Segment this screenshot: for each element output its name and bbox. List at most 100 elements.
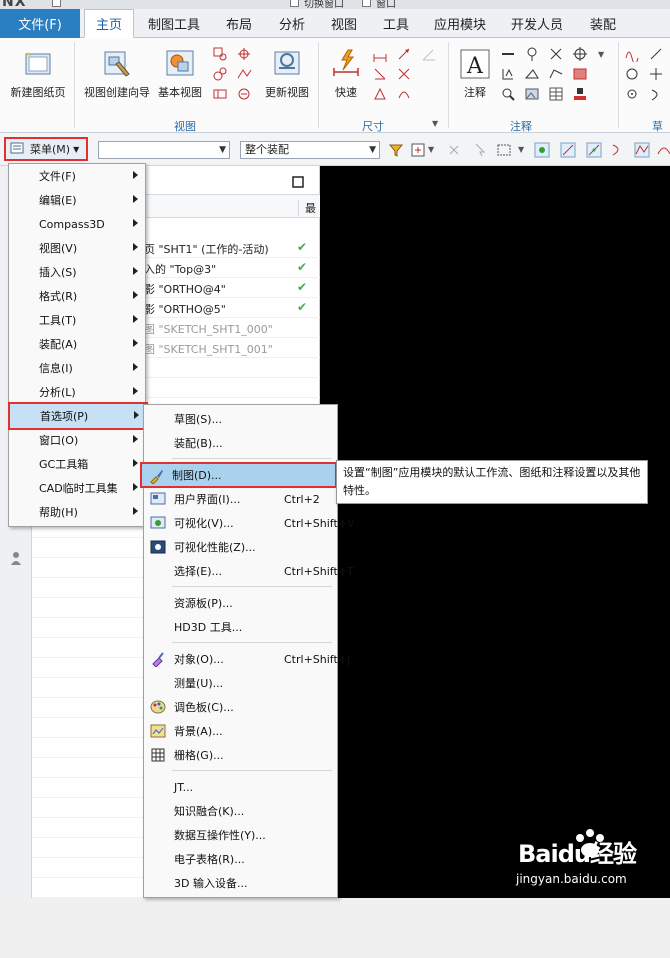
box-select-icon[interactable]	[496, 142, 512, 158]
submenu-item-1[interactable]: 装配(B)...	[144, 431, 337, 455]
save-icon[interactable]	[52, 0, 61, 7]
filter-icon[interactable]	[388, 142, 404, 158]
snap-spline-icon[interactable]	[634, 142, 650, 158]
menu-item-14[interactable]: 帮助(H)	[9, 500, 145, 524]
menu-item-2[interactable]: Compass3D	[9, 212, 145, 236]
menu-item-1[interactable]: 编辑(E)	[9, 188, 145, 212]
line-icon[interactable]	[648, 46, 664, 62]
view-wizard-button[interactable]: 视图创建向导	[82, 48, 152, 100]
linear-dimension-icon[interactable]	[372, 46, 388, 62]
stamp-icon[interactable]	[572, 86, 588, 102]
update-view-button[interactable]: 更新视图	[260, 48, 314, 100]
tab-view[interactable]: 视图	[320, 9, 368, 38]
thickness-dimension-icon[interactable]	[396, 66, 412, 82]
submenu-item-6[interactable]: 选择(E)... Ctrl+Shift+T	[144, 559, 354, 583]
plus-icon[interactable]	[648, 66, 664, 82]
snap-midpoint-icon[interactable]	[586, 142, 602, 158]
file-tab[interactable]: 文件(F)	[0, 9, 80, 38]
submenu-item-2[interactable]: 制图(D)...	[140, 462, 337, 488]
menu-item-9[interactable]: 分析(L)	[9, 380, 145, 404]
tab-analysis[interactable]: 分析	[268, 9, 316, 38]
break-view-icon[interactable]	[236, 66, 252, 82]
annotation-button[interactable]: A 注释	[456, 48, 494, 100]
submenu-item-16[interactable]: 数据互操作性(Y)...	[144, 823, 337, 847]
arc-icon[interactable]	[648, 86, 664, 102]
submenu-item-3[interactable]: 用户界面(I)... Ctrl+2	[144, 487, 337, 511]
target-point-icon[interactable]	[572, 46, 588, 62]
menu-item-3[interactable]: 视图(V)	[9, 236, 145, 260]
menu-button[interactable]: 菜单(M) ▼	[4, 137, 88, 161]
box-select-dropdown-icon[interactable]: ▼	[518, 145, 524, 154]
menu-item-13[interactable]: CAD临时工具集	[9, 476, 145, 500]
submenu-item-0[interactable]: 草图(S)...	[144, 407, 337, 431]
menu-item-7[interactable]: 装配(A)	[9, 332, 145, 356]
submenu-item-17[interactable]: 电子表格(R)...	[144, 847, 337, 871]
view-break-icon[interactable]	[212, 86, 228, 102]
tab-drafting-tools[interactable]: 制图工具	[138, 9, 210, 38]
window-label[interactable]: 窗口	[376, 0, 396, 9]
menu-item-8[interactable]: 信息(I)	[9, 356, 145, 380]
roles-icon[interactable]	[8, 550, 24, 566]
spline-icon[interactable]	[624, 46, 640, 62]
menu-item-0[interactable]: 文件(F)	[9, 164, 145, 188]
new-sheet-button[interactable]: 新建图纸页	[6, 48, 70, 100]
submenu-item-10[interactable]: 测量(U)...	[144, 671, 337, 695]
maximize-icon[interactable]	[290, 174, 306, 190]
tab-developer[interactable]: 开发人员	[500, 9, 574, 38]
submenu-item-11[interactable]: 调色板(C)...	[144, 695, 337, 719]
submenu-item-5[interactable]: 可视化性能(Z)...	[144, 535, 337, 559]
magnify-icon[interactable]	[500, 86, 516, 102]
submenu-item-9[interactable]: 对象(O)... Ctrl+Shift+J	[144, 647, 350, 671]
menu-item-4[interactable]: 插入(S)	[9, 260, 145, 284]
snap-arc-icon[interactable]	[656, 142, 670, 158]
menu-item-6[interactable]: 工具(T)	[9, 308, 145, 332]
switch-window-icon[interactable]	[290, 0, 299, 7]
snap-line-icon[interactable]	[560, 142, 576, 158]
tab-tools[interactable]: 工具	[372, 9, 420, 38]
submenu-item-4[interactable]: 可视化(V)... Ctrl+Shift+V	[144, 511, 355, 535]
section-view-icon[interactable]	[236, 46, 252, 62]
image-icon[interactable]	[524, 86, 540, 102]
feature-control-frame-icon[interactable]	[500, 46, 516, 62]
circle-icon[interactable]	[624, 66, 640, 82]
point-icon[interactable]	[624, 86, 640, 102]
weld-symbol-icon[interactable]	[524, 66, 540, 82]
chamfer-dimension-icon[interactable]	[372, 66, 388, 82]
radial-dimension-icon[interactable]	[396, 46, 412, 62]
datum-feature-icon[interactable]	[524, 46, 540, 62]
tab-assembly[interactable]: 装配	[578, 9, 628, 38]
menu-item-10[interactable]: 首选项(P)	[8, 402, 148, 430]
menu-item-11[interactable]: 窗口(O)	[9, 428, 145, 452]
type-filter-combo[interactable]: ▼	[98, 141, 230, 159]
projected-view-icon[interactable]	[212, 46, 228, 62]
assembly-scope-combo[interactable]: 整个装配 ▼	[240, 141, 380, 159]
switch-window-label[interactable]: 切换窗口	[304, 0, 344, 9]
menu-item-12[interactable]: GC工具箱	[9, 452, 145, 476]
graphics-window[interactable]	[320, 166, 670, 898]
submenu-item-15[interactable]: 知识融合(K)...	[144, 799, 337, 823]
submenu-item-8[interactable]: HD3D 工具...	[144, 615, 337, 639]
submenu-item-12[interactable]: 背景(A)...	[144, 719, 337, 743]
window-icon[interactable]	[362, 0, 371, 7]
base-view-button[interactable]: 基本视图	[154, 48, 206, 100]
angular-dimension-icon[interactable]	[420, 46, 436, 62]
snap-endpoint-icon[interactable]	[534, 142, 550, 158]
snap-curve-icon[interactable]	[610, 142, 626, 158]
surface-finish-icon[interactable]	[500, 66, 516, 82]
cross-icon[interactable]	[548, 46, 564, 62]
select-type-dropdown-icon[interactable]: ▼	[428, 145, 434, 154]
arc-length-dimension-icon[interactable]	[372, 86, 388, 102]
broken-out-section-icon[interactable]	[236, 86, 252, 102]
detail-view-icon[interactable]	[212, 66, 228, 82]
menu-item-5[interactable]: 格式(R)	[9, 284, 145, 308]
submenu-item-7[interactable]: 资源板(P)...	[144, 591, 337, 615]
dimension-more-icon[interactable]: ▼	[432, 119, 438, 128]
tab-layout[interactable]: 布局	[214, 9, 264, 38]
submenu-item-13[interactable]: 栅格(G)...	[144, 743, 337, 767]
submenu-item-14[interactable]: JT...	[144, 775, 337, 799]
perimeter-dimension-icon[interactable]	[396, 86, 412, 102]
table-icon[interactable]	[548, 86, 564, 102]
tab-application[interactable]: 应用模块	[424, 9, 496, 38]
select-type-icon[interactable]	[410, 142, 426, 158]
submenu-item-18[interactable]: 3D 输入设备...	[144, 871, 337, 895]
